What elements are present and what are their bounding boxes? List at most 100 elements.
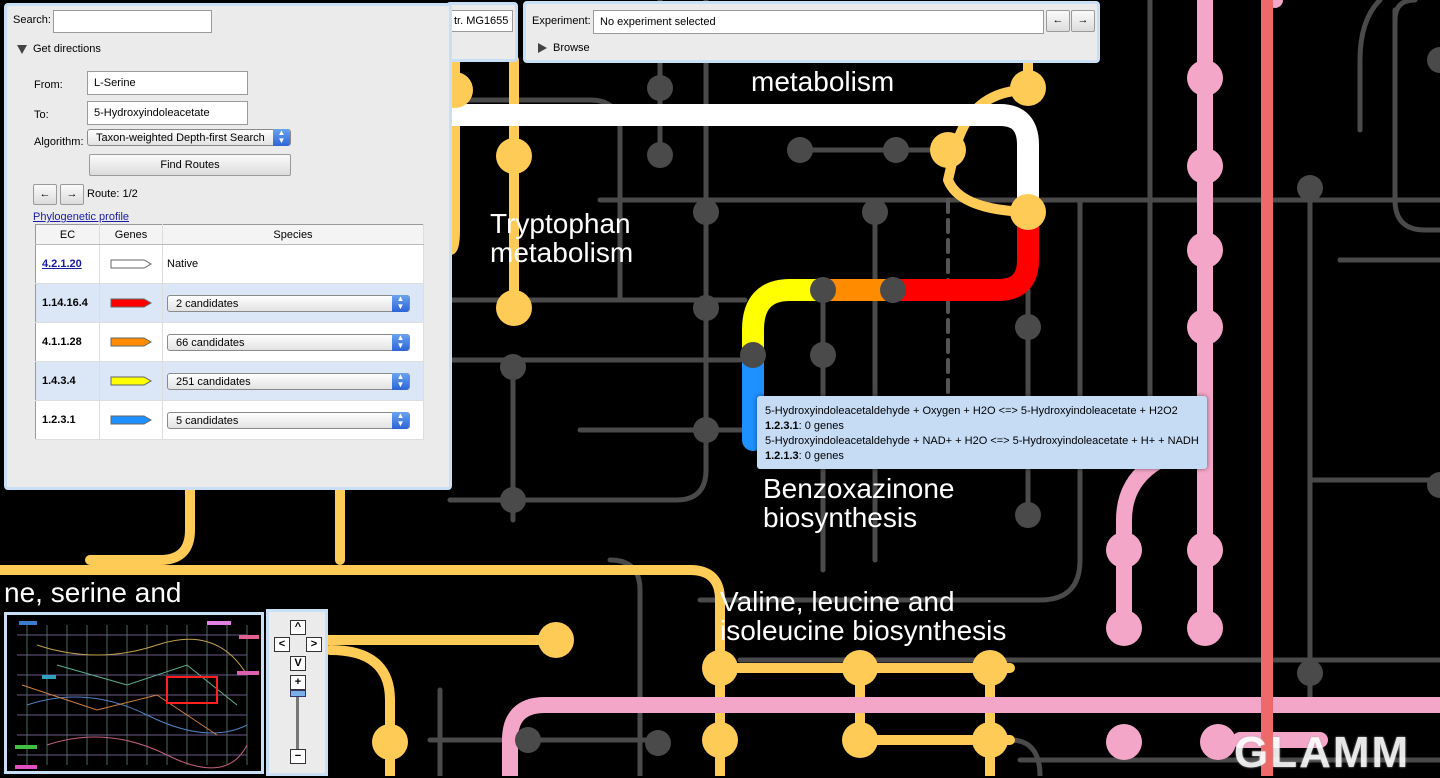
- ec-cell[interactable]: 4.2.1.20: [35, 244, 100, 284]
- experiment-prev-button[interactable]: ←: [1046, 10, 1070, 32]
- species-select[interactable]: 251 candidates ▲ ▼: [167, 372, 410, 390]
- get-directions-toggle[interactable]: Get directions: [17, 43, 101, 55]
- blue-arrow-icon: [110, 415, 152, 425]
- orange-arrow-icon: [110, 337, 152, 347]
- to-label: To:: [34, 109, 49, 121]
- minimap-panel[interactable]: [4, 612, 264, 774]
- to-input[interactable]: 5-Hydroxyindoleacetate: [87, 101, 248, 125]
- species-select-value: 251 candidates: [176, 375, 251, 388]
- get-directions-label: Get directions: [33, 43, 101, 55]
- table-row: 1.14.16.4 2 candidates ▲ ▼: [35, 283, 424, 323]
- ec-cell: 1.4.3.4: [35, 361, 100, 401]
- browse-label: Browse: [553, 42, 590, 54]
- algorithm-select[interactable]: Taxon-weighted Depth-first Search ▲ ▼: [87, 129, 291, 146]
- select-arrows-icon: ▲ ▼: [392, 372, 409, 390]
- species-select-value: 66 candidates: [176, 336, 245, 349]
- white-arrow-icon: [110, 259, 152, 269]
- pathway-label-benzoxazinone-line2: biosynthesis: [763, 502, 918, 533]
- table-row: 4.2.1.20 Native: [35, 244, 424, 284]
- reaction-ec-1: 1.2.3.1: 0 genes: [765, 419, 1207, 434]
- gene-arrow-cell: [99, 322, 163, 362]
- tooltip-ec-number: 1.2.1.3: [765, 450, 799, 462]
- gene-arrow-cell: [99, 244, 163, 284]
- zoom-slider-handle[interactable]: [290, 690, 306, 697]
- select-arrows-icon: ▲ ▼: [392, 333, 409, 351]
- search-label: Search:: [13, 14, 51, 26]
- phylogenetic-profile-link[interactable]: Phylogenetic profile: [33, 211, 129, 223]
- pan-up-button[interactable]: ^: [290, 620, 306, 635]
- zoom-out-button[interactable]: −: [290, 749, 306, 764]
- pathway-label-serine-line1: ne, serine and: [4, 577, 182, 608]
- browse-toggle[interactable]: Browse: [538, 42, 590, 54]
- select-arrows-icon: ▲ ▼: [392, 294, 409, 312]
- route-next-button[interactable]: →: [60, 184, 84, 205]
- species-cell[interactable]: 66 candidates ▲ ▼: [162, 322, 424, 362]
- species-cell[interactable]: 2 candidates ▲ ▼: [162, 283, 424, 323]
- route-prev-button[interactable]: ←: [33, 184, 57, 205]
- glamm-logo: GLAMM: [1234, 728, 1411, 777]
- route-counter: Route: 1/2: [87, 188, 138, 200]
- species-select-value: 2 candidates: [176, 297, 239, 310]
- pathway-label-tryptophan-line2: metabolism: [490, 237, 634, 268]
- species-select[interactable]: 5 candidates ▲ ▼: [167, 411, 410, 429]
- yellow-arrow-icon: [110, 376, 152, 386]
- from-input[interactable]: L-Serine: [87, 71, 248, 95]
- find-routes-button[interactable]: Find Routes: [89, 154, 291, 176]
- reaction-equation-2: 5-Hydroxyindoleacetaldehyde + NAD+ + H2O…: [765, 435, 1199, 447]
- tooltip-gene-count: : 0 genes: [798, 450, 844, 462]
- tooltip-ec-number: 1.2.3.1: [765, 420, 799, 432]
- tooltip-gene-count: : 0 genes: [798, 420, 844, 432]
- organism-field[interactable]: tr. MG1655: [449, 10, 513, 32]
- ec-table: EC Genes Species 4.2.1.20 Native 1.14.16…: [35, 224, 424, 440]
- gene-arrow-cell: [99, 361, 163, 401]
- ec-table-header: EC Genes Species: [35, 224, 424, 245]
- ec-cell: 4.1.1.28: [35, 322, 100, 362]
- reaction-tooltip: 5-Hydroxyindoleacetaldehyde + Oxygen + H…: [757, 396, 1207, 469]
- pathway-label-tryptophan-top: metabolism: [751, 66, 895, 97]
- ec-cell: 1.14.16.4: [35, 283, 100, 323]
- table-row: 4.1.1.28 66 candidates ▲ ▼: [35, 322, 424, 362]
- reaction-ec-2: 1.2.1.3: 0 genes: [765, 449, 1207, 464]
- pathway-label-tryptophan-line1: Tryptophan: [490, 208, 631, 239]
- algorithm-value: Taxon-weighted Depth-first Search: [96, 132, 265, 144]
- pan-right-button[interactable]: >: [306, 637, 322, 652]
- red-arrow-icon: [110, 298, 152, 308]
- minimap-overview[interactable]: [7, 615, 261, 771]
- species-select-value: 5 candidates: [176, 414, 239, 427]
- genes-column-header: Genes: [99, 224, 163, 245]
- species-cell[interactable]: 251 candidates ▲ ▼: [162, 361, 424, 401]
- experiment-panel: Experiment: No experiment selected ← → B…: [523, 1, 1100, 63]
- zoom-in-button[interactable]: +: [290, 675, 306, 690]
- nav-control-panel: ^ < > V + −: [266, 609, 328, 776]
- ec-link[interactable]: 4.2.1.20: [42, 258, 82, 270]
- species-column-header: Species: [162, 224, 424, 245]
- experiment-next-button[interactable]: →: [1071, 10, 1095, 32]
- triangle-right-icon: [538, 43, 547, 54]
- experiment-label: Experiment:: [532, 15, 591, 27]
- directions-panel: Search: Get directions From: L-Serine To…: [4, 3, 452, 490]
- table-row: 1.2.3.1 5 candidates ▲ ▼: [35, 400, 424, 440]
- gene-arrow-cell: [99, 283, 163, 323]
- select-arrows-icon: ▲ ▼: [273, 129, 290, 146]
- select-arrows-icon: ▲ ▼: [392, 411, 409, 429]
- triangle-down-icon: [17, 44, 27, 54]
- pathway-label-valine-line1: Valine, leucine and: [720, 586, 955, 617]
- table-row: 1.4.3.4 251 candidates ▲ ▼: [35, 361, 424, 401]
- pan-left-button[interactable]: <: [274, 637, 290, 652]
- pathway-label-benzoxazinone-line1: Benzoxazinone: [763, 473, 955, 504]
- zoom-slider-track[interactable]: [296, 691, 299, 749]
- pan-down-button[interactable]: V: [290, 656, 306, 671]
- species-select[interactable]: 66 candidates ▲ ▼: [167, 333, 410, 351]
- species-cell[interactable]: 5 candidates ▲ ▼: [162, 400, 424, 440]
- reaction-equation-1: 5-Hydroxyindoleacetaldehyde + Oxygen + H…: [765, 405, 1178, 417]
- species-select[interactable]: 2 candidates ▲ ▼: [167, 294, 410, 312]
- from-label: From:: [34, 79, 63, 91]
- pathway-label-valine-line2: isoleucine biosynthesis: [720, 615, 1007, 646]
- minimap-viewport[interactable]: [166, 676, 218, 704]
- algorithm-label: Algorithm:: [34, 136, 84, 148]
- ec-column-header: EC: [35, 224, 100, 245]
- gene-arrow-cell: [99, 400, 163, 440]
- ec-cell: 1.2.3.1: [35, 400, 100, 440]
- experiment-input[interactable]: No experiment selected: [593, 10, 1044, 34]
- search-input[interactable]: [53, 10, 212, 33]
